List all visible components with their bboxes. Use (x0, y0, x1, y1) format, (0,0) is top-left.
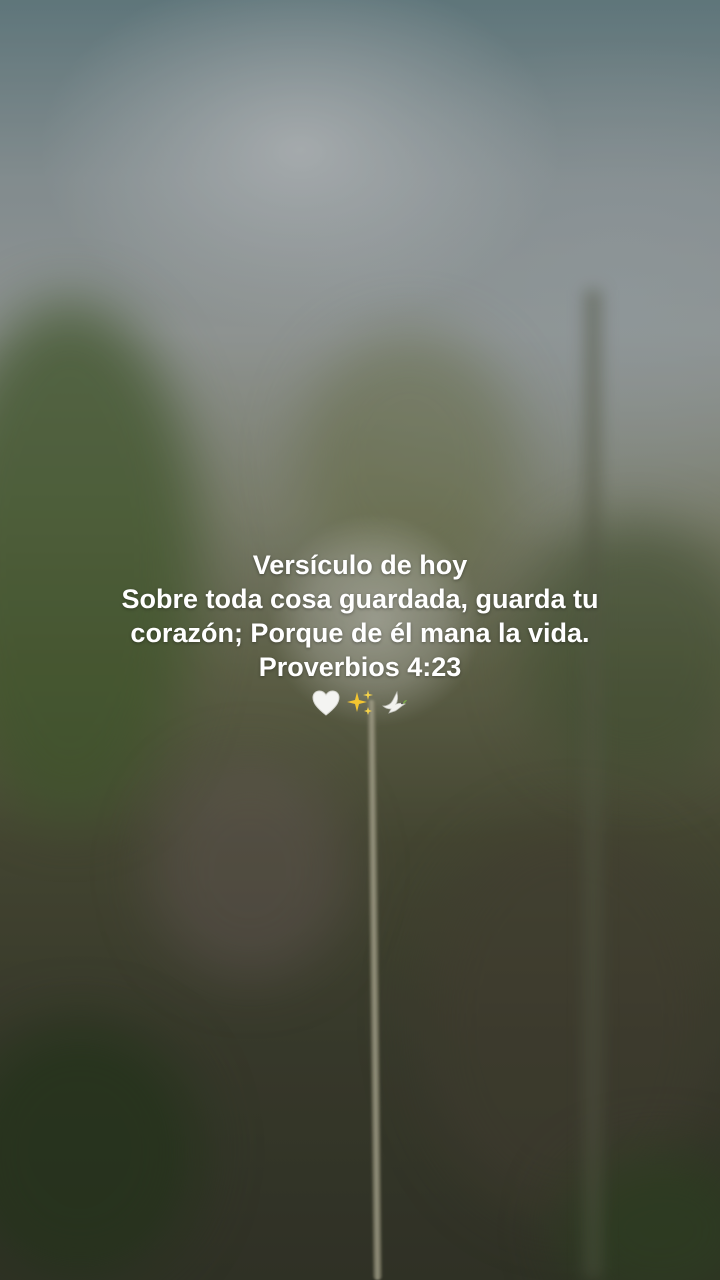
verse-line-2: corazón; Porque de él mana la vida. (130, 618, 590, 648)
sparkles-icon (345, 688, 375, 718)
emoji-row (311, 686, 409, 720)
white-heart-icon (311, 689, 341, 717)
verse-line-1: Sobre toda cosa guardada, guarda tu (121, 584, 599, 614)
background-photo: Versículo de hoy Sobre toda cosa guardad… (0, 0, 720, 1280)
verse-reference: Proverbios 4:23 (258, 652, 462, 682)
verse-caption: Versículo de hoy Sobre toda cosa guardad… (40, 548, 680, 725)
caption-heading: Versículo de hoy (252, 550, 468, 580)
dove-icon (379, 688, 409, 718)
